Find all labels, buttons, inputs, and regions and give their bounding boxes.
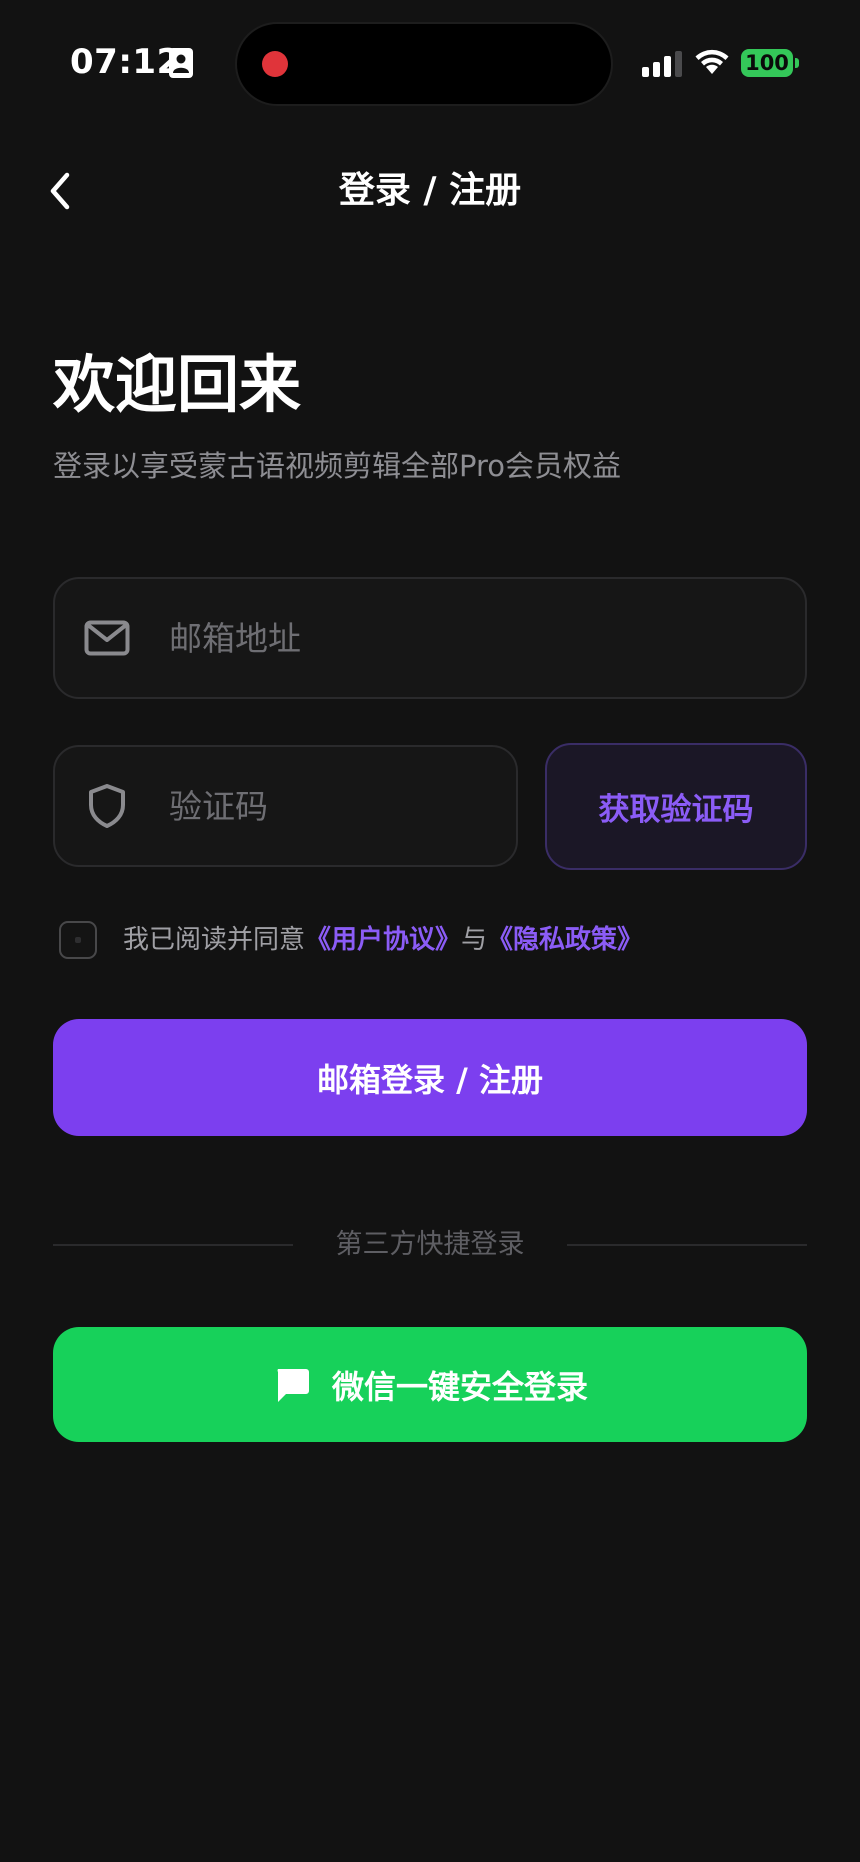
wechat-login-label: 微信一键安全登录: [331, 1367, 588, 1406]
agreement-text: 我已阅读并同意《用户协议》与《隐私政策》: [123, 918, 643, 962]
chat-bubble-icon: [272, 1365, 312, 1405]
status-time: 07:12: [70, 42, 181, 82]
email-login-button[interactable]: 邮箱登录 / 注册: [53, 1019, 807, 1136]
back-button[interactable]: [40, 166, 80, 216]
verification-code-field[interactable]: [53, 745, 518, 867]
chevron-left-icon: [50, 172, 70, 210]
divider-line-right: [567, 1244, 807, 1246]
welcome-subtitle: 登录以享受蒙古语视频剪辑全部Pro会员权益: [53, 449, 622, 483]
get-code-button[interactable]: 获取验证码: [545, 743, 807, 870]
privacy-policy-link[interactable]: 《隐私政策》: [487, 925, 643, 955]
shield-icon: [83, 782, 131, 830]
agreement-conjunction: 与: [461, 925, 488, 955]
wechat-login-button[interactable]: 微信一键安全登录: [53, 1327, 807, 1442]
battery-tip: [795, 58, 799, 68]
verification-code-input[interactable]: [169, 747, 496, 865]
welcome-title: 欢迎回来: [53, 348, 302, 421]
status-bar: 07:12 100: [0, 0, 860, 120]
email-input[interactable]: [169, 579, 785, 697]
user-agreement-link[interactable]: 《用户协议》: [305, 925, 461, 955]
dynamic-island: [235, 22, 613, 106]
contact-card-icon: [169, 48, 193, 78]
battery-indicator: 100: [741, 49, 793, 77]
page-title: 登录 / 注册: [338, 170, 522, 211]
wifi-icon: [695, 49, 729, 74]
agreement-checkbox[interactable]: [59, 921, 97, 959]
email-field[interactable]: [53, 577, 807, 699]
recording-indicator-icon: [262, 51, 288, 77]
agreement-prefix: 我已阅读并同意: [123, 925, 306, 955]
agreement-row: 我已阅读并同意《用户协议》与《隐私政策》: [59, 918, 643, 962]
mail-icon: [83, 614, 131, 662]
cellular-signal-icon: [642, 51, 682, 77]
